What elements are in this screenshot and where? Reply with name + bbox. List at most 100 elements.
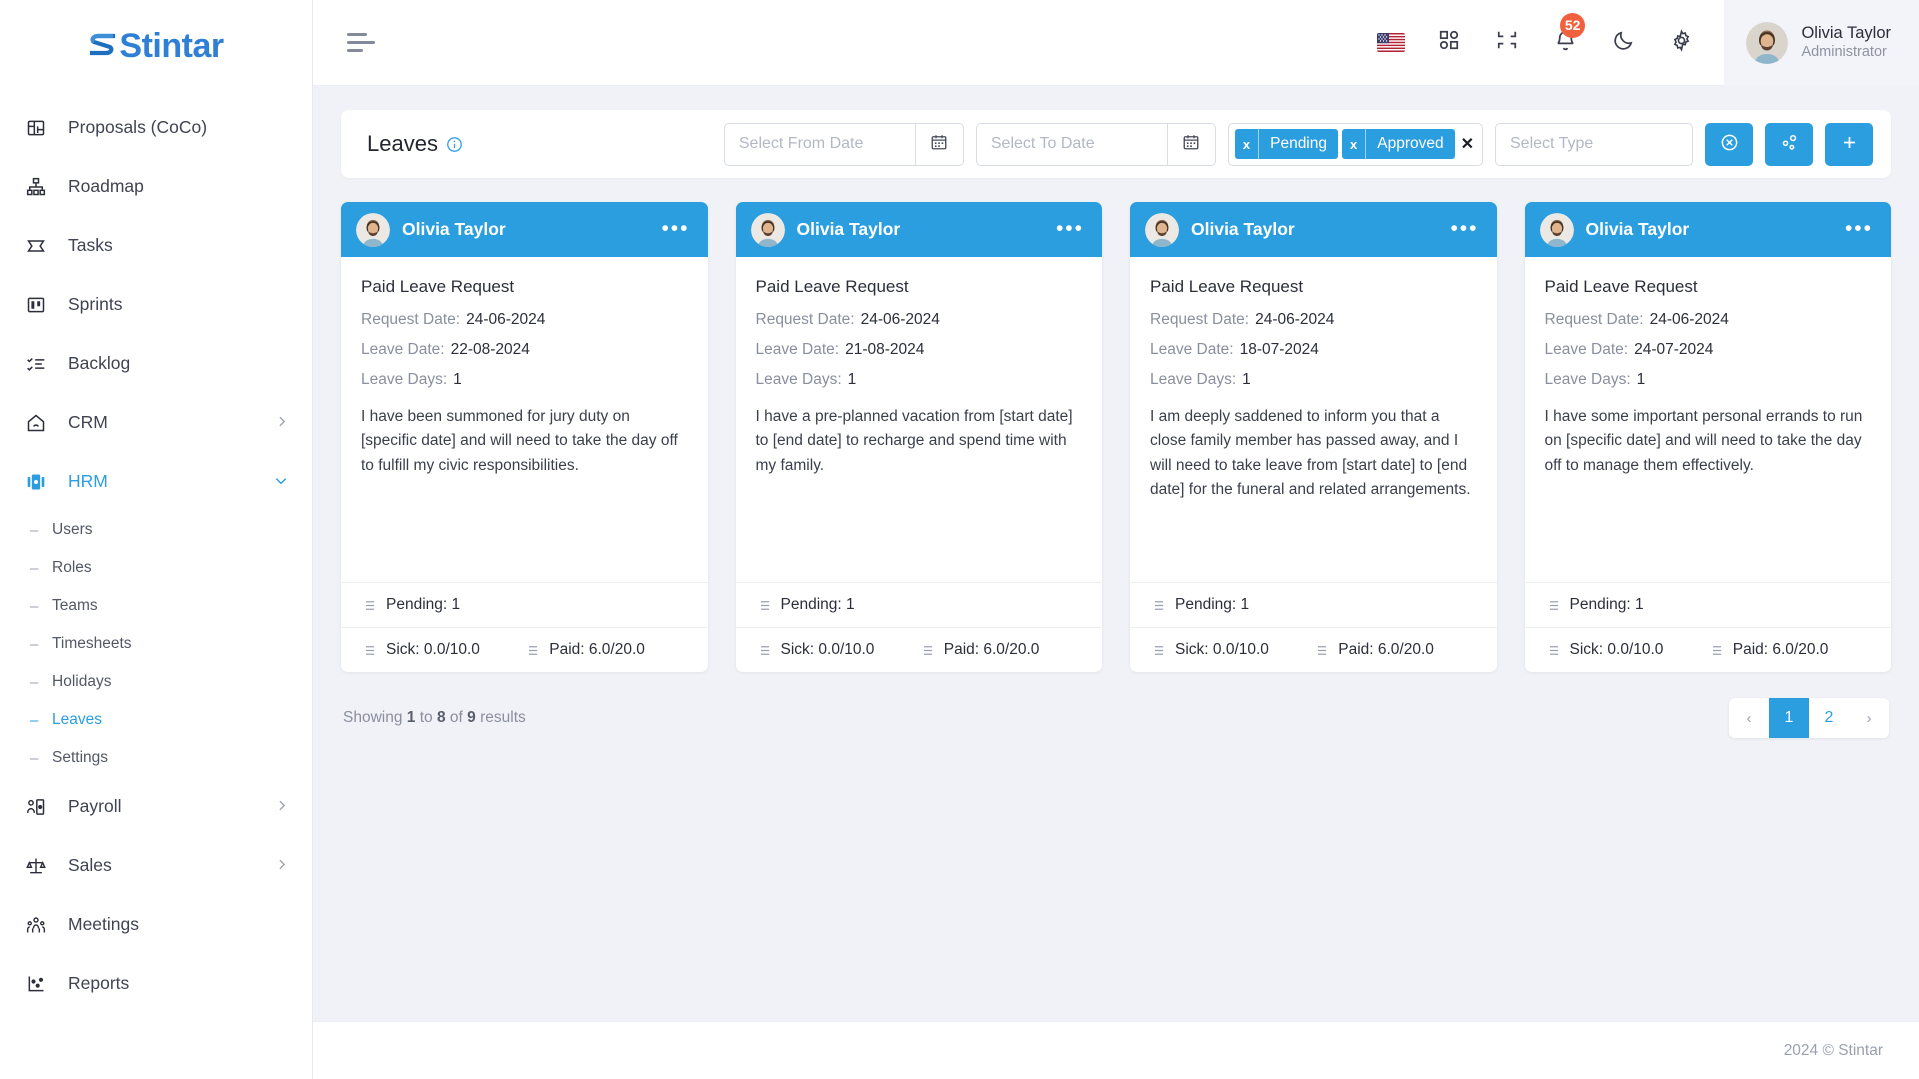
sidebar-item-backlog[interactable]: Backlog bbox=[0, 334, 312, 393]
from-date-group bbox=[723, 122, 964, 166]
sick-value: Sick: 0.0/10.0 bbox=[1569, 641, 1664, 658]
user-profile-menu[interactable]: Olivia Taylor Administrator bbox=[1724, 0, 1919, 86]
sidebar-item-crm[interactable]: CRM bbox=[0, 393, 312, 452]
gear-icon bbox=[1670, 28, 1693, 57]
sidebar-subitem-timesheets[interactable]: – Timesheets bbox=[0, 625, 312, 663]
ellipsis-icon[interactable]: ••• bbox=[661, 219, 689, 239]
leave-description: I have some important personal errands t… bbox=[1544, 408, 1863, 474]
chip-remove-icon[interactable]: x bbox=[1235, 129, 1260, 159]
pending-row: Pending: 1 bbox=[341, 582, 708, 627]
sick-balance: Sick: 0.0/10.0 bbox=[1545, 641, 1708, 659]
brand-logo[interactable]: Stintar bbox=[0, 0, 312, 92]
status-multiselect[interactable]: x Pending x Approved ✕ bbox=[1227, 122, 1483, 166]
leave-card[interactable]: Olivia Taylor ••• Paid Leave Request Req… bbox=[1130, 202, 1497, 672]
group-filter-button[interactable] bbox=[1765, 122, 1813, 166]
list-icon bbox=[1313, 643, 1328, 658]
from-date-calendar-button[interactable] bbox=[914, 123, 963, 165]
sidebar-item-payroll[interactable]: Payroll bbox=[0, 777, 312, 836]
pending-row: Pending: 1 bbox=[1524, 582, 1891, 627]
request-date-row: Request Date: 24-06-2024 bbox=[756, 311, 1083, 329]
leave-card-header: Olivia Taylor ••• bbox=[341, 202, 708, 257]
ellipsis-icon[interactable]: ••• bbox=[1845, 219, 1873, 239]
showing-to: 8 bbox=[436, 709, 446, 726]
sidebar-item-meetings[interactable]: Meetings bbox=[0, 895, 312, 954]
sidebar-subitem-holidays[interactable]: – Holidays bbox=[0, 663, 312, 701]
sidebar-item-roadmap[interactable]: Roadmap bbox=[0, 157, 312, 216]
chip-label: Approved bbox=[1377, 135, 1444, 152]
settings-button[interactable] bbox=[1652, 0, 1710, 86]
paid-balance: Paid: 6.0/20.0 bbox=[919, 641, 1082, 659]
calendar-icon bbox=[1182, 133, 1200, 156]
sidebar-item-sales[interactable]: Sales bbox=[0, 836, 312, 895]
filter-bar: Leaves Select From Date Select To Date x… bbox=[341, 110, 1891, 178]
sidebar-item-tasks[interactable]: Tasks bbox=[0, 216, 312, 275]
cancel-circle-icon bbox=[1720, 133, 1739, 155]
leave-date-value: 21-08-2024 bbox=[845, 341, 925, 358]
paid-balance: Paid: 6.0/20.0 bbox=[1708, 641, 1871, 659]
page-title-text: Leaves bbox=[367, 131, 438, 156]
sidebar-subitem-teams[interactable]: – Teams bbox=[0, 587, 312, 625]
ellipsis-icon[interactable]: ••• bbox=[1450, 219, 1478, 239]
info-circle-icon[interactable] bbox=[446, 136, 463, 153]
sick-balance: Sick: 0.0/10.0 bbox=[361, 641, 524, 659]
leave-card-user: Olivia Taylor bbox=[1585, 219, 1690, 239]
sidebar-subitem-settings[interactable]: – Settings bbox=[0, 739, 312, 777]
leave-card[interactable]: Olivia Taylor ••• Paid Leave Request Req… bbox=[735, 202, 1102, 672]
chip-remove-icon[interactable]: x bbox=[1342, 129, 1367, 159]
to-date-calendar-button[interactable] bbox=[1166, 123, 1215, 165]
sidebar-subitem-users[interactable]: – Users bbox=[0, 511, 312, 549]
from-date-input[interactable] bbox=[724, 123, 915, 165]
add-leave-button[interactable] bbox=[1825, 122, 1873, 166]
pagination-controls: ‹ 1 2 › bbox=[1729, 698, 1889, 738]
leave-card[interactable]: Olivia Taylor ••• Paid Leave Request Req… bbox=[341, 202, 708, 672]
notifications-button[interactable]: 52 bbox=[1536, 0, 1594, 86]
sidebar-subitem-label: Leaves bbox=[52, 711, 102, 728]
sidebar-item-hrm[interactable]: HRM bbox=[0, 452, 312, 511]
reset-filter-button[interactable] bbox=[1705, 122, 1753, 166]
list-icon bbox=[361, 643, 376, 658]
clear-all-chips-icon[interactable]: ✕ bbox=[1461, 134, 1474, 154]
leave-days-row: Leave Days: 1 bbox=[361, 371, 688, 389]
avatar bbox=[750, 212, 785, 247]
sick-value: Sick: 0.0/10.0 bbox=[780, 641, 875, 658]
theme-toggle[interactable] bbox=[1594, 0, 1652, 86]
pagination-page-2[interactable]: 2 bbox=[1809, 698, 1849, 738]
paid-value: Paid: 6.0/20.0 bbox=[943, 641, 1040, 658]
leave-card-header: Olivia Taylor ••• bbox=[1130, 202, 1497, 257]
sidebar-item-label: Sales bbox=[68, 855, 112, 875]
page-footer: 2024 © Stintar bbox=[313, 1021, 1919, 1079]
pagination-next[interactable]: › bbox=[1849, 698, 1889, 738]
leave-card-user: Olivia Taylor bbox=[402, 219, 506, 239]
leave-date-row: Leave Date: 22-08-2024 bbox=[361, 341, 688, 359]
sales-icon bbox=[26, 856, 52, 876]
ellipsis-icon[interactable]: ••• bbox=[1056, 219, 1084, 239]
sidebar-subitem-leaves[interactable]: – Leaves bbox=[0, 701, 312, 739]
sidebar-subitem-roles[interactable]: – Roles bbox=[0, 549, 312, 587]
hamburger-menu-icon[interactable] bbox=[347, 32, 377, 54]
to-date-input[interactable] bbox=[976, 123, 1167, 165]
dash-icon: – bbox=[30, 597, 39, 615]
leave-date-value: 18-07-2024 bbox=[1239, 341, 1319, 358]
sidebar-item-proposals[interactable]: Proposals (CoCo) bbox=[0, 98, 312, 157]
sidebar: Stintar Proposals (CoCo) Roadmap Tasks S… bbox=[0, 0, 313, 1079]
sidebar-item-reports[interactable]: Reports bbox=[0, 954, 312, 1013]
list-icon bbox=[1708, 643, 1723, 658]
leave-date-row: Leave Date: 24-07-2024 bbox=[1545, 341, 1872, 359]
language-selector[interactable] bbox=[1362, 0, 1420, 86]
request-date-value: 24-06-2024 bbox=[1255, 311, 1335, 328]
status-chip-pending[interactable]: x Pending bbox=[1234, 129, 1338, 159]
pagination-page-1[interactable]: 1 bbox=[1769, 698, 1809, 738]
leave-card[interactable]: Olivia Taylor ••• Paid Leave Request Req… bbox=[1524, 202, 1892, 672]
type-select[interactable]: Select Type bbox=[1495, 122, 1693, 166]
to-date-group bbox=[975, 122, 1216, 166]
pagination-prev[interactable]: ‹ bbox=[1729, 698, 1769, 738]
leave-card-body: Paid Leave Request Request Date: 24-06-20… bbox=[1525, 257, 1892, 582]
avatar bbox=[1539, 212, 1574, 247]
sidebar-item-sprints[interactable]: Sprints bbox=[0, 275, 312, 334]
request-date-row: Request Date: 24-06-2024 bbox=[1150, 311, 1477, 329]
leave-days-row: Leave Days: 1 bbox=[1545, 371, 1872, 389]
status-chip-approved[interactable]: x Approved bbox=[1342, 129, 1455, 159]
fullscreen-toggle[interactable] bbox=[1478, 0, 1536, 86]
apps-grid-button[interactable] bbox=[1420, 0, 1478, 86]
request-date-row: Request Date: 24-06-2024 bbox=[1545, 311, 1872, 329]
